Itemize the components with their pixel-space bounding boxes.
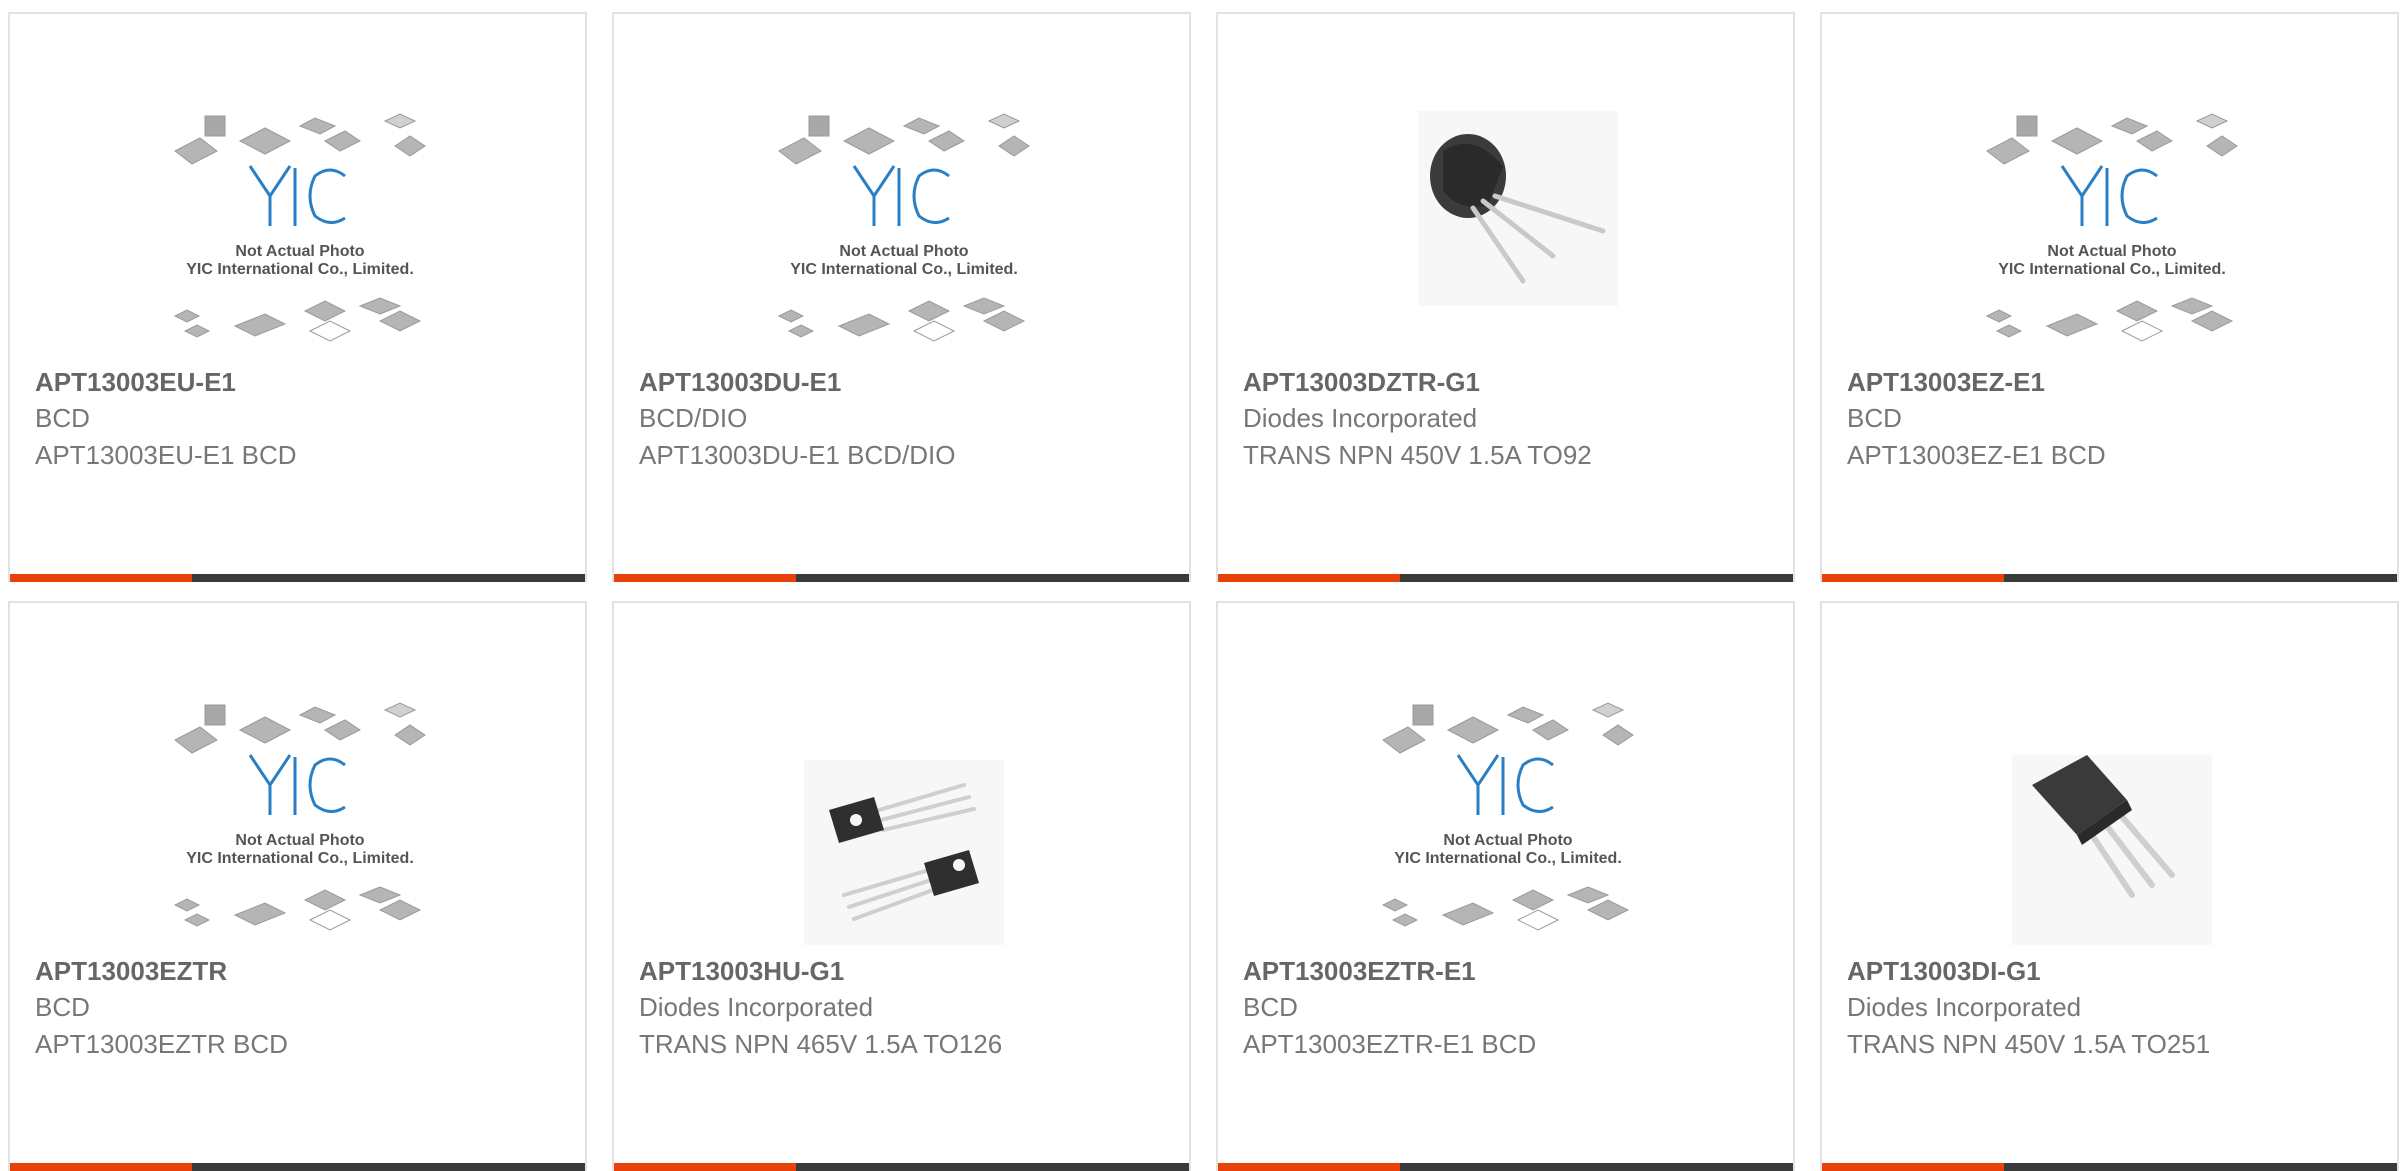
card-footer-bar — [1822, 574, 2397, 582]
product-image-to126[interactable] — [759, 685, 1049, 945]
manufacturer: BCD — [35, 992, 90, 1022]
product-image-to92[interactable] — [1363, 96, 1653, 356]
product-image-placeholder[interactable]: Not Actual Photo YIC International Co., … — [155, 96, 445, 356]
product-image-to251[interactable] — [1967, 685, 2257, 945]
product-grid: Not Actual Photo YIC International Co., … — [0, 0, 2400, 1171]
manufacturer: Diodes Incorporated — [1847, 992, 2082, 1022]
card-footer-bar — [1822, 1163, 2397, 1171]
manufacturer: BCD/DIO — [639, 403, 748, 433]
part-number[interactable]: APT13003EZTR-E1 — [1243, 953, 1773, 989]
description: TRANS NPN 450V 1.5A TO92 — [1243, 440, 1592, 470]
card-footer-bar — [614, 574, 1189, 582]
part-number[interactable]: APT13003EZTR — [35, 953, 565, 989]
part-number[interactable]: APT13003EU-E1 — [35, 364, 565, 400]
placeholder-caption-1: Not Actual Photo — [2047, 243, 2176, 260]
product-image-placeholder[interactable]: Not Actual Photo YIC International Co., … — [1363, 685, 1653, 945]
placeholder-caption-1: Not Actual Photo — [235, 832, 364, 849]
description: APT13003EZTR BCD — [35, 1029, 288, 1059]
product-card[interactable]: APT13003HU-G1 Diodes Incorporated TRANS … — [612, 601, 1191, 1171]
product-card[interactable]: APT13003DI-G1 Diodes Incorporated TRANS … — [1820, 601, 2399, 1171]
description: TRANS NPN 465V 1.5A TO126 — [639, 1029, 1003, 1059]
card-footer-bar — [10, 1163, 585, 1171]
product-card[interactable]: Not Actual Photo YIC International Co., … — [8, 12, 587, 582]
manufacturer: BCD — [1243, 992, 1298, 1022]
part-number[interactable]: APT13003DI-G1 — [1847, 953, 2377, 989]
description: APT13003DU-E1 BCD/DIO — [639, 440, 956, 470]
placeholder-caption-2: YIC International Co., Limited. — [186, 261, 414, 278]
card-footer-bar — [10, 574, 585, 582]
placeholder-caption-1: Not Actual Photo — [839, 243, 968, 260]
part-number[interactable]: APT13003EZ-E1 — [1847, 364, 2377, 400]
placeholder-caption-2: YIC International Co., Limited. — [790, 261, 1018, 278]
placeholder-caption-2: YIC International Co., Limited. — [186, 850, 414, 867]
product-card[interactable]: APT13003DZTR-G1 Diodes Incorporated TRAN… — [1216, 12, 1795, 582]
card-footer-bar — [1218, 1163, 1793, 1171]
product-image-placeholder[interactable]: Not Actual Photo YIC International Co., … — [759, 96, 1049, 356]
placeholder-caption-2: YIC International Co., Limited. — [1394, 850, 1622, 867]
placeholder-caption-2: YIC International Co., Limited. — [1998, 261, 2226, 278]
manufacturer: Diodes Incorporated — [639, 992, 874, 1022]
product-image-placeholder[interactable]: Not Actual Photo YIC International Co., … — [155, 685, 445, 945]
card-footer-bar — [1218, 574, 1793, 582]
product-image-placeholder[interactable]: Not Actual Photo YIC International Co., … — [1967, 96, 2257, 356]
part-number[interactable]: APT13003DZTR-G1 — [1243, 364, 1773, 400]
card-footer-bar — [614, 1163, 1189, 1171]
product-card[interactable]: Not Actual Photo YIC International Co., … — [612, 12, 1191, 582]
description: APT13003EZ-E1 BCD — [1847, 440, 2106, 470]
part-number[interactable]: APT13003DU-E1 — [639, 364, 1169, 400]
product-card[interactable]: Not Actual Photo YIC International Co., … — [1820, 12, 2399, 582]
placeholder-caption-1: Not Actual Photo — [1443, 832, 1572, 849]
product-card[interactable]: Not Actual Photo YIC International Co., … — [1216, 601, 1795, 1171]
product-card[interactable]: Not Actual Photo YIC International Co., … — [8, 601, 587, 1171]
description: APT13003EU-E1 BCD — [35, 440, 297, 470]
placeholder-caption-1: Not Actual Photo — [235, 243, 364, 260]
manufacturer: BCD — [1847, 403, 1902, 433]
part-number[interactable]: APT13003HU-G1 — [639, 953, 1169, 989]
description: APT13003EZTR-E1 BCD — [1243, 1029, 1537, 1059]
description: TRANS NPN 450V 1.5A TO251 — [1847, 1029, 2211, 1059]
manufacturer: BCD — [35, 403, 90, 433]
manufacturer: Diodes Incorporated — [1243, 403, 1478, 433]
